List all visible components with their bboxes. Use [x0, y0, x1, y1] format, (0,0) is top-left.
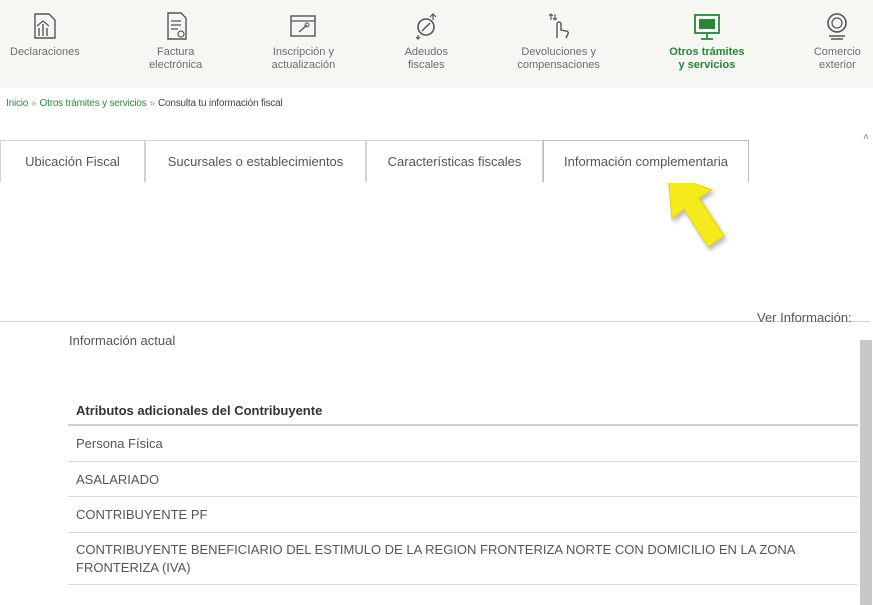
nav-item-devoluciones[interactable]: Devoluciones y compensaciones	[517, 0, 600, 88]
tab-ubicacion-fiscal[interactable]: Ubicación Fiscal	[0, 140, 145, 182]
nav-label-devoluciones: Devoluciones y	[521, 46, 596, 58]
nav-item-factura[interactable]: Factura electrónica	[149, 0, 202, 88]
nav-label-inscripcion: Inscripción y	[272, 46, 334, 58]
table-row: Persona Física	[68, 426, 858, 462]
nav-sublabel-inscripcion: actualización	[271, 59, 336, 71]
table-row: CONTRIBUYENTE BENEFICIARIO DEL ESTIMULO …	[68, 533, 858, 585]
adeudos-icon	[415, 13, 437, 40]
devoluciones-icon	[548, 13, 569, 39]
otros-tramites-icon	[693, 14, 720, 40]
table-row: CONTRIBUYENTE PF	[68, 497, 858, 533]
comercio-exterior-icon	[827, 13, 848, 40]
tab-informacion-complementaria[interactable]: Información complementaria	[543, 140, 749, 183]
breadcrumb-current: Consulta tu información fiscal	[157, 98, 283, 109]
nav-item-comercio-exterior[interactable]: Comercio exterior	[814, 0, 861, 88]
breadcrumb-separator: »	[31, 98, 37, 109]
declaraciones-icon	[34, 13, 56, 39]
nav-item-declaraciones[interactable]: Declaraciones	[10, 0, 80, 88]
nav-label-comercio-exterior: Comercio	[813, 46, 861, 58]
ver-informacion-label: Ver Información:	[757, 310, 852, 325]
tab-caracteristicas-fiscales[interactable]: Características fiscales	[366, 140, 543, 182]
nav-label-factura: Factura	[157, 46, 195, 58]
nav-sublabel-factura: electrónica	[149, 59, 203, 71]
nav-sublabel-comercio-exterior: exterior	[819, 59, 856, 71]
nav-item-inscripcion[interactable]: Inscripción y actualización	[271, 0, 336, 88]
nav-label-declaraciones: Declaraciones	[10, 46, 80, 58]
pointer-arrow-icon	[667, 173, 725, 248]
breadcrumb-parent-link[interactable]: Otros trámites y servicios	[40, 98, 147, 109]
table-header: Atributos adicionales del Contribuyente	[68, 396, 858, 426]
top-navigation: Declaraciones Factura electrónica Inscri…	[0, 0, 873, 88]
scrollbar-thumb[interactable]	[860, 340, 872, 605]
breadcrumb-separator: »	[149, 98, 156, 109]
nav-sublabel-otros-tramites: y servicios	[678, 59, 736, 71]
nav-label-adeudos: Adeudos	[404, 46, 449, 58]
nav-item-otros-tramites[interactable]: Otros trámites y servicios	[669, 0, 745, 88]
breadcrumb: Inicio» Otros trámites y servicios» Consul…	[6, 98, 283, 109]
factura-icon	[166, 12, 187, 40]
tab-sucursales[interactable]: Sucursales o establecimientos	[145, 140, 366, 182]
nav-sublabel-adeudos: fiscales	[407, 59, 445, 71]
informacion-actual-label: Información actual	[69, 333, 176, 348]
tab-divider	[0, 321, 870, 322]
breadcrumb-home-link[interactable]: Inicio	[6, 98, 28, 109]
tab-bar: Ubicación Fiscal Sucursales o establecim…	[0, 140, 870, 322]
nav-item-adeudos[interactable]: Adeudos fiscales	[405, 0, 448, 88]
nav-label-otros-tramites: Otros trámites	[669, 46, 745, 58]
inscripcion-icon	[290, 15, 317, 37]
nav-sublabel-devoluciones: compensaciones	[517, 59, 600, 71]
table-row: ASALARIADO	[68, 462, 858, 497]
attributes-table: Atributos adicionales del Contribuyente …	[68, 396, 858, 585]
